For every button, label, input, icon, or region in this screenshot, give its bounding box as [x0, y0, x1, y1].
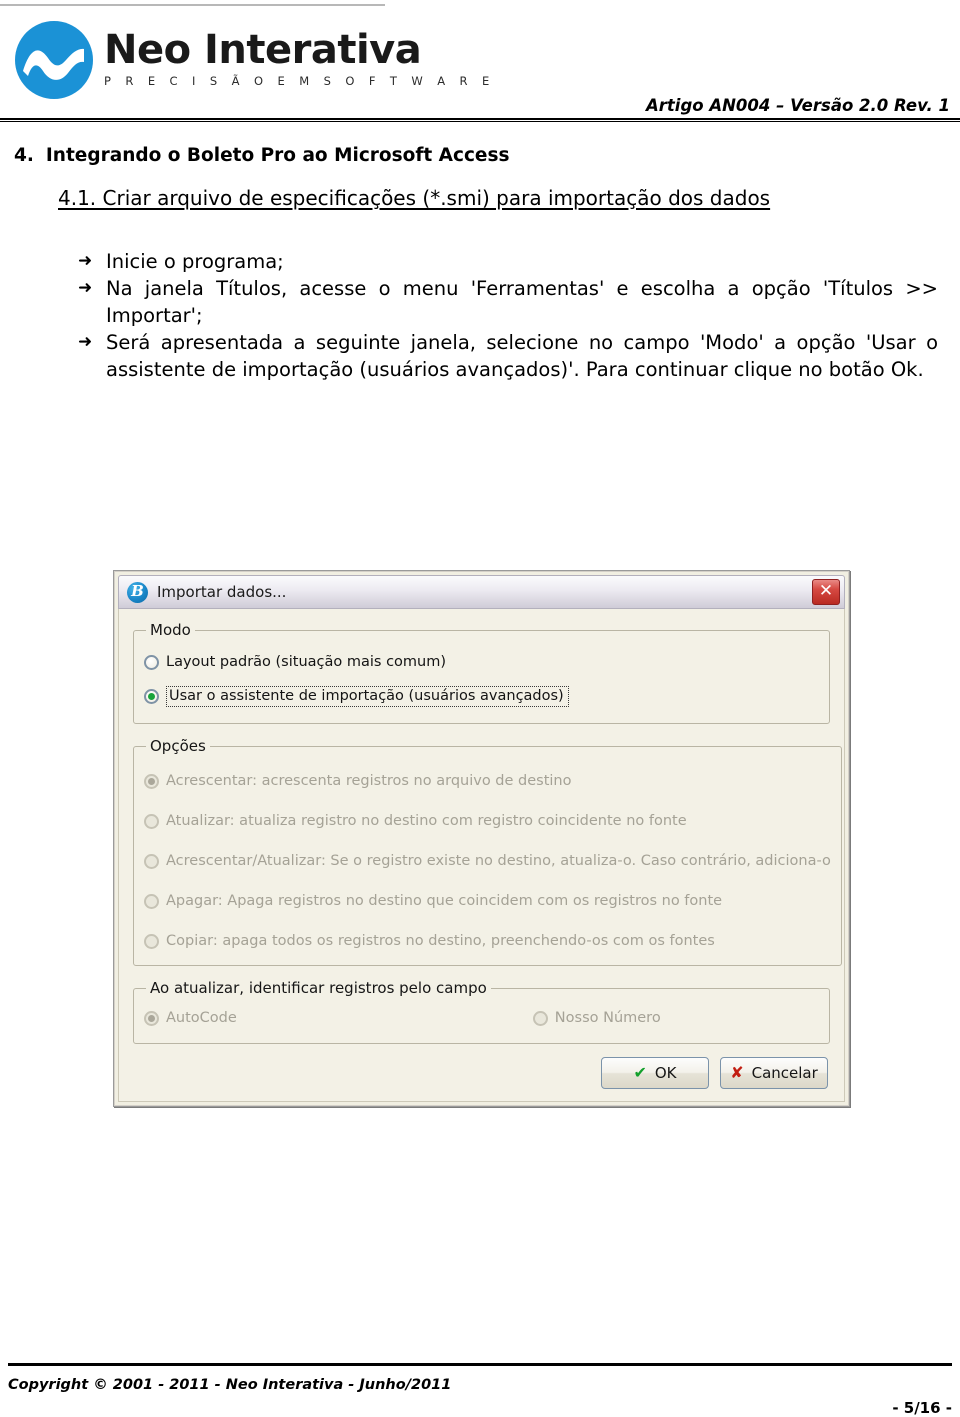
cross-icon: ✘ [730, 1063, 744, 1082]
document-reference: Artigo AN004 – Versão 2.0 Rev. 1 [646, 96, 950, 115]
radio-indicator-icon [144, 773, 159, 789]
section-number: 4. [14, 145, 34, 166]
list-item-text: Na janela Títulos, acesse o menu 'Ferram… [106, 277, 938, 327]
copyright-notice: Copyright © 2001 - 2011 - Neo Interativa… [8, 1377, 452, 1393]
neo-wave-circle-icon [15, 21, 93, 99]
arrow-bullet-icon: ➜ [78, 278, 93, 298]
campo-group-legend: Ao atualizar, identificar registros pelo… [150, 979, 487, 997]
footer-rule-divider [8, 1363, 952, 1366]
cancel-button[interactable]: ✘ Cancelar [720, 1057, 828, 1089]
section-title-text: Integrando o Boleto Pro ao Microsoft Acc… [45, 145, 510, 166]
list-item: ➜ Será apresentada a seguinte janela, se… [78, 329, 938, 383]
dialog-title: Importar dados... [157, 583, 287, 601]
radio-label: Copiar: apaga todos os registros no dest… [166, 933, 715, 949]
page-header: Neo Interativa P R E C I S Ã O E M S O F… [0, 0, 960, 124]
radio-layout-padrao[interactable]: Layout padrão (situação mais comum) [144, 645, 819, 679]
radio-indicator-icon [144, 654, 159, 670]
radio-label: Acrescentar/Atualizar: Se o registro exi… [166, 853, 831, 869]
radio-selected-dot [148, 692, 155, 700]
radio-atualizar: Atualizar: atualiza registro no destino … [144, 801, 831, 841]
radio-indicator-icon [532, 1010, 548, 1026]
logo-company-name: Neo Interativa [104, 27, 422, 73]
import-dialog-screenshot: B Importar dados... ✕ Modo Layout padrão… [113, 570, 850, 1107]
logo-tagline: P R E C I S Ã O E M S O F T W A R E [104, 74, 495, 88]
dialog-button-bar: ✔ OK ✘ Cancelar [133, 1057, 830, 1089]
radio-usar-assistente[interactable]: Usar o assistente de importação (usuário… [144, 679, 819, 713]
company-logo: Neo Interativa P R E C I S Ã O E M S O F… [8, 12, 489, 104]
campo-identificacao-group: Ao atualizar, identificar registros pelo… [133, 979, 830, 1044]
radio-autocode: AutoCode [144, 1010, 237, 1026]
radio-label: AutoCode [166, 1010, 237, 1026]
radio-label: Atualizar: atualiza registro no destino … [166, 813, 687, 829]
list-item: ➜ Na janela Títulos, acesse o menu 'Ferr… [78, 275, 938, 329]
radio-label: Acrescentar: acrescenta registros no arq… [166, 773, 572, 789]
opcoes-group-legend: Opções [150, 737, 206, 755]
modo-group: Modo Layout padrão (situação mais comum)… [133, 621, 830, 724]
radio-indicator-icon [144, 688, 159, 704]
dialog-frame: B Importar dados... ✕ Modo Layout padrão… [114, 571, 849, 1106]
ok-button[interactable]: ✔ OK [601, 1057, 709, 1089]
boleto-b-glyph: B [131, 582, 144, 601]
radio-indicator-icon [144, 853, 159, 869]
radio-acrescentar: Acrescentar: acrescenta registros no arq… [144, 761, 831, 801]
radio-indicator-icon [144, 813, 159, 829]
check-icon: ✔ [633, 1063, 647, 1082]
radio-indicator-icon [144, 933, 159, 949]
radio-label: Usar o assistente de importação (usuário… [166, 685, 569, 707]
campo-row: AutoCode Nosso Número [144, 1003, 819, 1033]
close-icon[interactable]: ✕ [812, 579, 840, 605]
radio-acrescentar-atualizar: Acrescentar/Atualizar: Se o registro exi… [144, 841, 831, 881]
radio-apagar: Apagar: Apaga registros no destino que c… [144, 881, 831, 921]
close-glyph: ✕ [818, 581, 834, 601]
radio-copiar: Copiar: apaga todos os registros no dest… [144, 921, 831, 961]
radio-label: Apagar: Apaga registros no destino que c… [166, 893, 723, 909]
list-item-text: Inicie o programa; [106, 250, 284, 273]
radio-nosso-numero: Nosso Número [532, 1010, 661, 1026]
radio-label: Layout padrão (situação mais comum) [166, 654, 447, 670]
arrow-bullet-icon: ➜ [78, 251, 93, 271]
logo-wordmark: Neo Interativa P R E C I S Ã O E M S O F… [104, 27, 495, 88]
opcoes-group: Opções Acrescentar: acrescenta registros… [133, 737, 842, 966]
subsection-heading: 4.1. Criar arquivo de especificações (*.… [58, 186, 771, 210]
list-item-text: Será apresentada a seguinte janela, sele… [106, 331, 938, 381]
radio-selected-dot [148, 777, 155, 785]
page-number: - 5/16 - [892, 1399, 952, 1417]
radio-label: Nosso Número [554, 1010, 661, 1026]
section-heading: 4. Integrando o Boleto Pro ao Microsoft A… [14, 145, 510, 166]
ok-button-label: OK [654, 1064, 677, 1082]
radio-indicator-icon [144, 1010, 159, 1026]
cancel-button-label: Cancelar [751, 1064, 818, 1082]
dialog-body: Modo Layout padrão (situação mais comum)… [118, 609, 845, 1102]
modo-group-legend: Modo [150, 621, 191, 639]
header-rule-divider [0, 118, 960, 122]
radio-selected-dot [148, 1014, 155, 1022]
arrow-bullet-icon: ➜ [78, 332, 93, 352]
boleto-b-icon: B [127, 581, 148, 603]
instruction-list: ➜ Inicie o programa; ➜ Na janela Títulos… [78, 248, 938, 383]
radio-indicator-icon [144, 893, 159, 909]
dialog-titlebar: B Importar dados... ✕ [118, 575, 845, 609]
list-item: ➜ Inicie o programa; [78, 248, 938, 275]
